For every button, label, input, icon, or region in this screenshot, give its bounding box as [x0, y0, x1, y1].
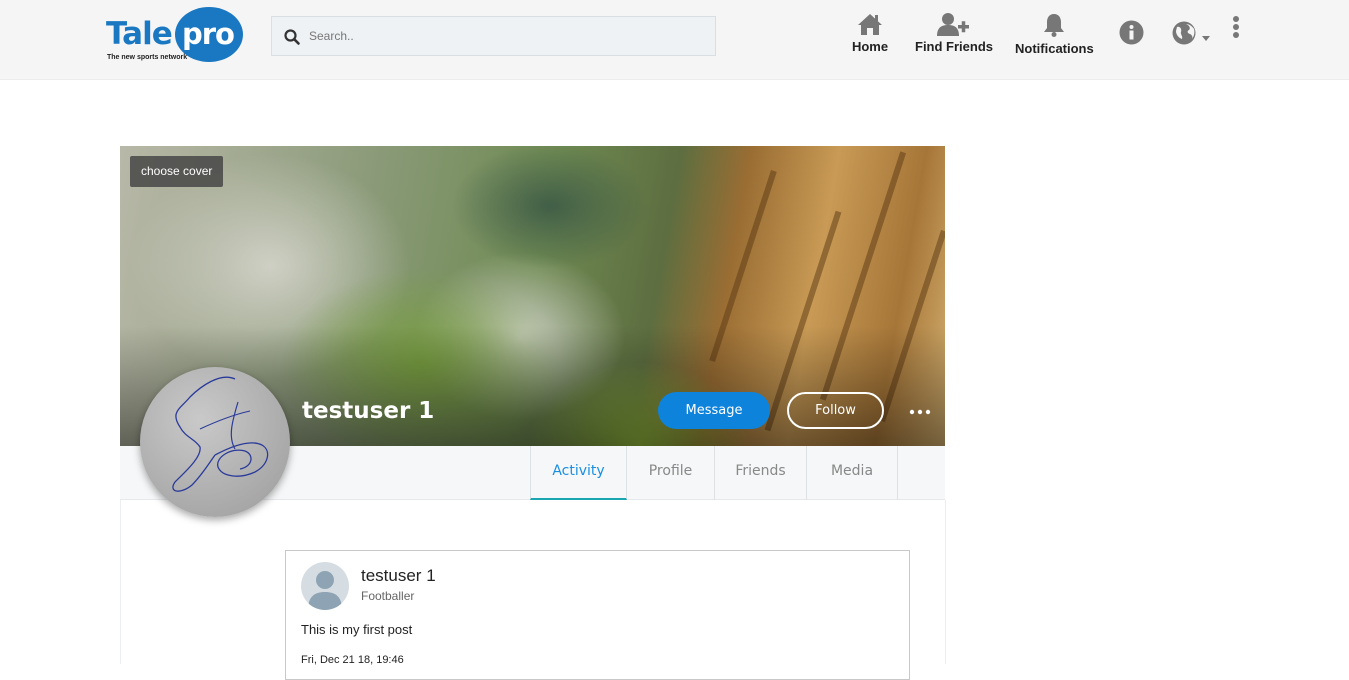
talepro-logo[interactable]: Tale pro The new sports network [106, 6, 246, 66]
globe-icon [1172, 21, 1196, 45]
post-timestamp: Fri, Dec 21 18, 19:46 [301, 654, 404, 666]
tab-media[interactable]: Media [807, 446, 898, 500]
profile-avatar[interactable] [140, 367, 290, 517]
nav-home-label: Home [851, 39, 889, 54]
choose-cover-button[interactable]: choose cover [130, 156, 224, 187]
activity-post: testuser 1 Footballer This is my first p… [285, 550, 910, 680]
post-author-role: Footballer [361, 589, 415, 603]
logo-tagline: The new sports network [107, 54, 188, 61]
add-user-icon [936, 13, 969, 36]
more-vertical-icon[interactable] [1231, 15, 1241, 41]
more-horizontal-icon[interactable] [908, 400, 932, 424]
post-author-name[interactable]: testuser 1 [361, 566, 436, 586]
logo-word-pro: pro [182, 17, 235, 51]
user-placeholder-icon [308, 571, 342, 610]
language-selector[interactable] [1172, 20, 1212, 46]
signature-scribble-image [172, 376, 269, 492]
nav-home[interactable]: Home [850, 12, 890, 54]
home-icon [858, 14, 882, 35]
post-author-avatar[interactable] [301, 562, 349, 610]
chevron-down-icon [1202, 36, 1210, 41]
logo-word-tale: Tale [106, 16, 173, 52]
message-button[interactable]: Message [658, 392, 770, 429]
nav-find-friends[interactable]: Find Friends [915, 12, 993, 54]
nav-notifications[interactable]: Notifications [1015, 12, 1094, 56]
tab-friends[interactable]: Friends [715, 446, 807, 500]
search-icon[interactable] [283, 28, 301, 46]
bell-icon [1044, 14, 1064, 37]
info-icon[interactable] [1119, 20, 1144, 45]
nav-find-friends-label: Find Friends [915, 39, 993, 54]
follow-button[interactable]: Follow [787, 392, 884, 429]
search-bar [271, 16, 716, 56]
profile-name: testuser 1 [302, 398, 435, 424]
tab-activity[interactable]: Activity [530, 446, 627, 500]
post-text: This is my first post [301, 622, 413, 637]
search-input[interactable] [309, 17, 709, 55]
nav-notifications-label: Notifications [1015, 41, 1094, 56]
top-navbar: Tale pro The new sports network Home Fin… [0, 0, 1349, 80]
tab-profile[interactable]: Profile [627, 446, 715, 500]
